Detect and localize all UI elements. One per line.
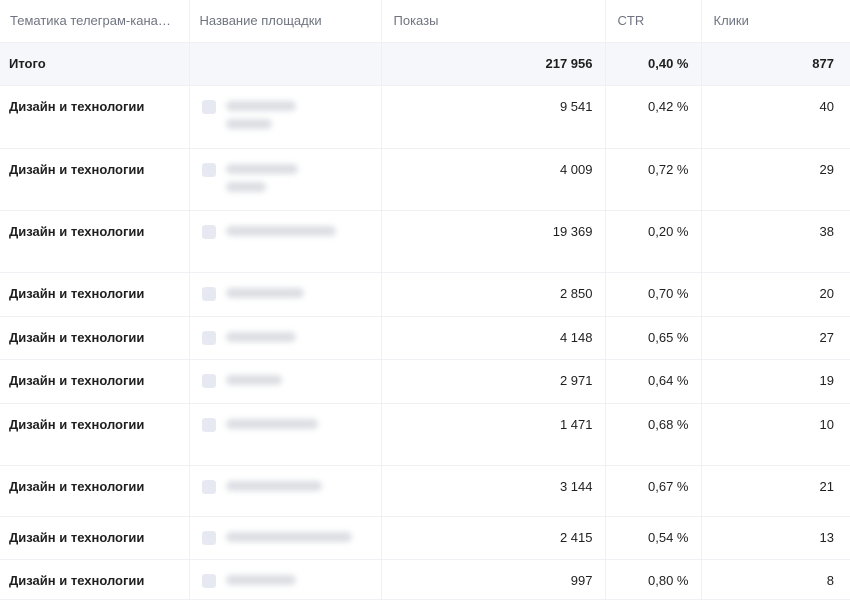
total-placement-cell [189,42,382,86]
column-header-impressions[interactable]: Показы [381,0,606,43]
ctr-cell: 0,70 % [605,272,702,317]
impressions-cell: 9 541 [381,85,606,149]
ctr-cell: 0,64 % [605,359,702,404]
placement-cell [189,516,382,560]
clicks-cell: 8 [701,559,850,600]
table-row[interactable]: Дизайн и технологии 3 144 0,67 % 21 [0,465,850,517]
placement-name-redacted [225,479,322,491]
row-checkbox[interactable] [201,286,216,301]
placement-name-redacted [225,99,296,129]
table-row[interactable]: Дизайн и технологии 2 415 0,54 % 13 [0,516,850,560]
impressions-cell: 19 369 [381,210,606,273]
placement-cell [189,559,382,600]
total-clicks: 877 [701,42,850,86]
placement-cell [189,272,382,317]
clicks-cell: 40 [701,85,850,149]
clicks-cell: 20 [701,272,850,317]
row-checkbox[interactable] [201,224,216,239]
topic-cell: Дизайн и технологии [0,516,190,560]
total-row: Итого 217 956 0,40 % 877 [0,42,850,86]
impressions-cell: 2 850 [381,272,606,317]
placement-cell [189,316,382,360]
clicks-cell: 27 [701,316,850,360]
topic-cell: Дизайн и технологии [0,559,190,600]
topic-cell: Дизайн и технологии [0,316,190,360]
clicks-cell: 21 [701,465,850,517]
topic-cell: Дизайн и технологии [0,272,190,317]
placement-cell [189,403,382,466]
table-row[interactable]: Дизайн и технологии 19 369 0,20 % 38 [0,210,850,273]
topic-cell: Дизайн и технологии [0,148,190,211]
ctr-cell: 0,65 % [605,316,702,360]
table-row[interactable]: Дизайн и технологии 2 971 0,64 % 19 [0,359,850,404]
placement-name-redacted [225,162,298,192]
table-row[interactable]: Дизайн и технологии 4 009 0,72 % 29 [0,148,850,211]
row-checkbox[interactable] [201,530,216,545]
clicks-cell: 29 [701,148,850,211]
row-checkbox[interactable] [201,417,216,432]
impressions-cell: 2 971 [381,359,606,404]
ctr-cell: 0,67 % [605,465,702,517]
column-header-topic[interactable]: Тематика телеграм-кана… [0,0,190,43]
column-header-placement[interactable]: Название площадки [189,0,382,43]
table-row[interactable]: Дизайн и технологии 4 148 0,65 % 27 [0,316,850,360]
impressions-cell: 3 144 [381,465,606,517]
row-checkbox[interactable] [201,162,216,177]
placement-cell [189,148,382,211]
placement-name-redacted [225,417,318,429]
placement-name-redacted [225,286,304,298]
topic-cell: Дизайн и технологии [0,403,190,466]
row-checkbox[interactable] [201,330,216,345]
ctr-cell: 0,54 % [605,516,702,560]
table-row[interactable]: Дизайн и технологии 997 0,80 % 8 [0,559,850,600]
placement-name-redacted [225,530,352,542]
row-checkbox[interactable] [201,373,216,388]
column-header-clicks[interactable]: Клики [701,0,850,43]
impressions-cell: 4 148 [381,316,606,360]
ctr-cell: 0,42 % [605,85,702,149]
ctr-cell: 0,20 % [605,210,702,273]
table-header: Тематика телеграм-кана… Название площадк… [0,0,850,43]
stats-table: Тематика телеграм-кана… Название площадк… [0,0,850,600]
placement-name-redacted [225,573,296,585]
table-row[interactable]: Дизайн и технологии 2 850 0,70 % 20 [0,272,850,317]
ctr-cell: 0,72 % [605,148,702,211]
placement-cell [189,210,382,273]
impressions-cell: 997 [381,559,606,600]
impressions-cell: 1 471 [381,403,606,466]
total-ctr: 0,40 % [605,42,702,86]
placement-cell [189,465,382,517]
impressions-cell: 2 415 [381,516,606,560]
clicks-cell: 19 [701,359,850,404]
clicks-cell: 13 [701,516,850,560]
topic-cell: Дизайн и технологии [0,359,190,404]
ctr-cell: 0,80 % [605,559,702,600]
placement-name-redacted [225,330,296,342]
impressions-cell: 4 009 [381,148,606,211]
table-row[interactable]: Дизайн и технологии 1 471 0,68 % 10 [0,403,850,466]
row-checkbox[interactable] [201,479,216,494]
table-body: Итого 217 956 0,40 % 877 Дизайн и технол… [0,42,850,600]
total-impressions: 217 956 [381,42,606,86]
topic-cell: Дизайн и технологии [0,210,190,273]
ctr-cell: 0,68 % [605,403,702,466]
row-checkbox[interactable] [201,573,216,588]
topic-cell: Дизайн и технологии [0,465,190,517]
placement-name-redacted [225,373,282,385]
placement-cell [189,359,382,404]
topic-cell: Дизайн и технологии [0,85,190,149]
clicks-cell: 38 [701,210,850,273]
table-row[interactable]: Дизайн и технологии 9 541 0,42 % 40 [0,85,850,149]
placement-name-redacted [225,224,336,236]
header-row: Тематика телеграм-кана… Название площадк… [0,0,850,43]
total-label: Итого [0,42,190,86]
column-header-ctr[interactable]: CTR [605,0,702,43]
clicks-cell: 10 [701,403,850,466]
row-checkbox[interactable] [201,99,216,114]
placement-cell [189,85,382,149]
